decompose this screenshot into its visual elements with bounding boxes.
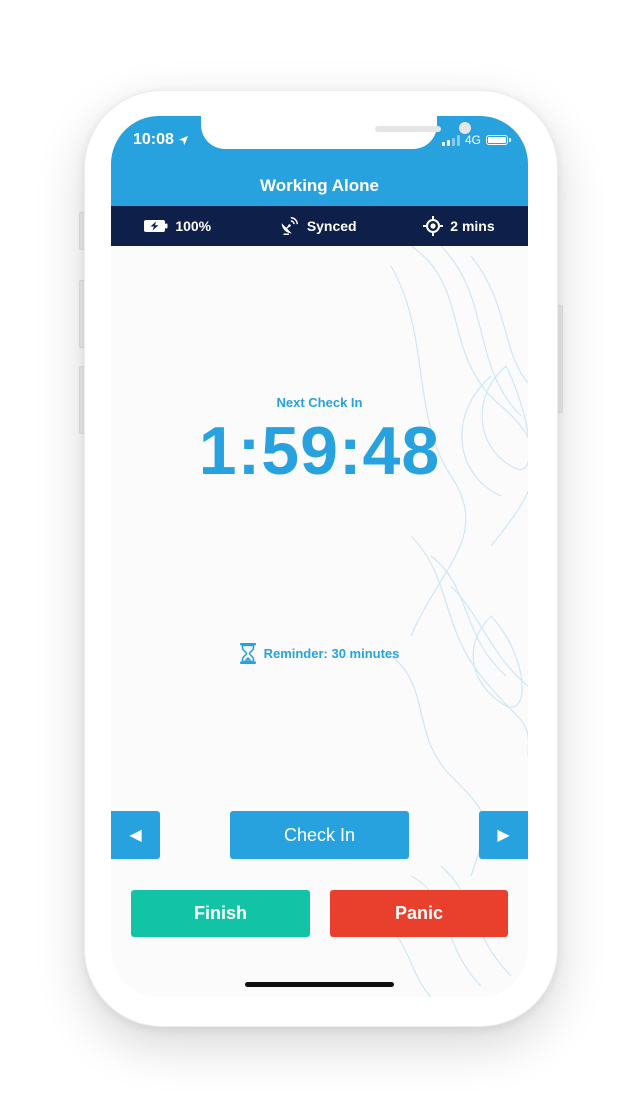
satellite-dish-icon xyxy=(281,217,298,235)
location-status: 2 mins xyxy=(423,216,495,236)
check-in-button[interactable]: Check In xyxy=(230,811,409,859)
battery-status: 100% xyxy=(144,218,211,234)
hourglass-icon xyxy=(239,643,256,664)
triangle-left-icon: ◀ xyxy=(129,827,142,844)
panic-button[interactable]: Panic xyxy=(330,890,508,937)
home-indicator[interactable] xyxy=(245,982,394,987)
next-button[interactable]: ▶ xyxy=(479,811,528,859)
status-time-text: 10:08 xyxy=(133,131,174,148)
triangle-right-icon: ▶ xyxy=(497,827,510,844)
signal-icon xyxy=(441,134,460,146)
finish-button[interactable]: Finish xyxy=(131,890,310,937)
location-status-text: 2 mins xyxy=(450,218,495,234)
sync-status: Synced xyxy=(278,215,357,237)
notch-speaker xyxy=(375,126,441,132)
topographic-background xyxy=(380,245,528,997)
status-info-bar: 100% Synced 2 mins xyxy=(111,206,528,246)
page-title: Working Alone xyxy=(260,176,379,195)
battery-icon xyxy=(486,135,511,145)
reminder-text: Reminder: 30 minutes xyxy=(263,646,400,661)
charging-battery-icon xyxy=(144,220,168,232)
next-check-in-label: Next Check In xyxy=(276,395,363,410)
phone-notch xyxy=(201,116,471,149)
reminder-info: Reminder: 30 minutes xyxy=(111,643,528,664)
app-header: 10:08 4G Working Alone xyxy=(111,116,528,206)
countdown-timer: 1:59:48 xyxy=(198,413,441,489)
battery-status-text: 100% xyxy=(175,218,212,234)
crosshair-icon xyxy=(423,216,444,236)
phone-screen: 10:08 4G Working Alone 100% Synced 2 min… xyxy=(111,116,528,997)
previous-button[interactable]: ◀ xyxy=(111,811,160,859)
sync-status-text: Synced xyxy=(306,218,357,234)
network-type: 4G xyxy=(464,133,481,147)
status-indicators: 4G xyxy=(441,133,511,147)
location-arrow-icon xyxy=(178,135,189,145)
status-time: 10:08 xyxy=(133,131,189,149)
